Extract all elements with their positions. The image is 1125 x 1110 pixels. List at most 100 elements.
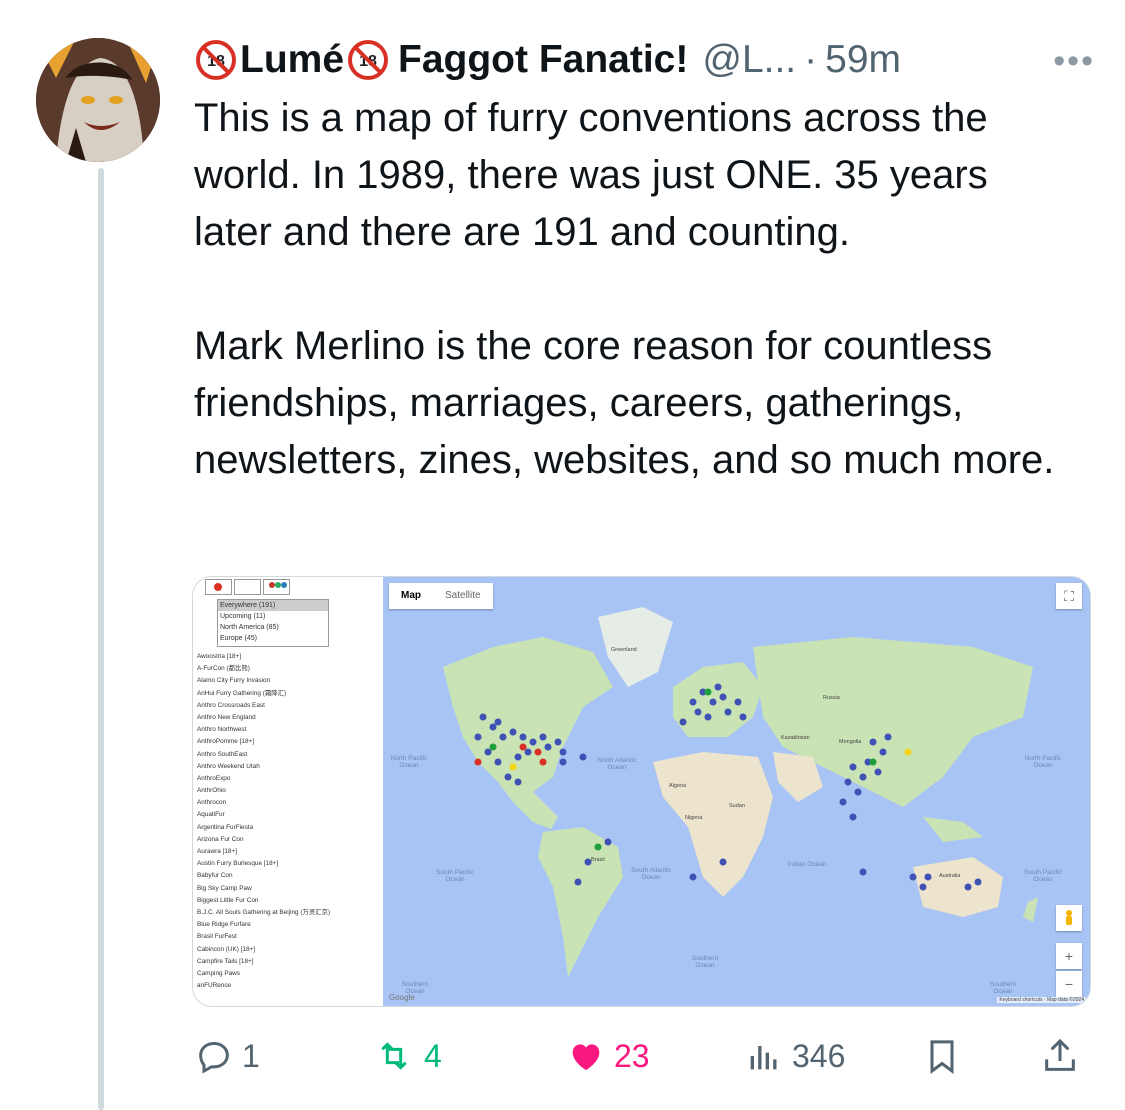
repost-button[interactable]: 4 <box>372 1036 442 1076</box>
repost-count: 4 <box>424 1037 442 1074</box>
ocean-label: Southern Ocean <box>691 955 719 969</box>
convention-list-item[interactable]: A-FurCon (都比熊) <box>197 663 383 675</box>
convention-list-item[interactable]: Anthro SouthEast <box>197 749 383 761</box>
convention-list-item[interactable]: Biggest Little Fur Con <box>197 895 383 907</box>
convention-list-item[interactable]: Anthro Northwest <box>197 724 383 736</box>
land-label: Australia <box>939 873 961 879</box>
convention-list-item[interactable]: Austin Furry Burlesque [18+] <box>197 858 383 870</box>
land-label: Nigeria <box>685 815 703 821</box>
reply-icon <box>199 1041 229 1074</box>
tab-satellite[interactable]: Satellite <box>433 583 493 609</box>
tweet-paragraph: Mark Merlino is the core reason for coun… <box>194 324 1055 482</box>
people-icon <box>263 579 290 595</box>
convention-list-item[interactable]: AnthroPomme [18+] <box>197 736 383 748</box>
tweet-paragraph: This is a map of furry conventions acros… <box>194 96 988 254</box>
convention-list-item[interactable]: B.J.C. All Souls Gathering at Beijing (万… <box>197 907 383 919</box>
ocean-label: South Atlantic Ocean <box>631 867 671 881</box>
ocean-label: South Pacific Ocean <box>1024 869 1062 883</box>
no-under-18-icon: 18 <box>348 40 389 80</box>
land-label: Kazakhstan <box>781 735 810 741</box>
ocean-label: North Pacific Ocean <box>390 755 428 769</box>
ocean-label: Indian Ocean <box>787 861 827 868</box>
convention-list-item[interactable]: Camping Paws <box>197 968 383 980</box>
filter-option[interactable]: Upcoming (11) <box>218 611 328 622</box>
filter-option[interactable]: North America (85) <box>218 622 328 633</box>
ocean-label: South Pacific Ocean <box>436 869 474 883</box>
street-view-icon[interactable] <box>1056 905 1082 931</box>
world-map[interactable]: Map Satellite ⛶ + − North Pacific Ocean … <box>383 577 1090 1006</box>
land-label: Brazil <box>591 857 605 863</box>
display-name-part1: Lumé <box>240 38 345 81</box>
like-count: 23 <box>614 1037 650 1074</box>
calendar-icon <box>234 579 261 595</box>
convention-list-item[interactable]: Cabincon (UK) [18+] <box>197 944 383 956</box>
convention-list-item[interactable]: Anthro New England <box>197 712 383 724</box>
land-label: Algeria <box>669 783 687 789</box>
convention-list-item[interactable]: AnthrOhio <box>197 785 383 797</box>
bookmark-icon <box>930 1040 954 1074</box>
convention-list-item[interactable]: Anthro Crossroads East <box>197 700 383 712</box>
map-data-attribution[interactable]: Keyboard shortcuts · Map data ©2024 <box>997 997 1086 1003</box>
tweet-text: This is a map of furry conventions acros… <box>194 90 1074 489</box>
view-count: 346 <box>792 1037 846 1074</box>
share-button[interactable] <box>1040 1036 1088 1076</box>
convention-list-item[interactable]: AquatiFur <box>197 809 383 821</box>
land-label: Russia <box>823 695 840 701</box>
filter-option[interactable]: Everywhere (191) <box>218 600 328 611</box>
handle[interactable]: @L... <box>702 38 796 82</box>
convention-list-item[interactable]: Brasil FurFest <box>197 931 383 943</box>
convention-list-item[interactable]: Babyfur Con <box>197 870 383 882</box>
thread-line <box>98 168 104 1110</box>
land-label: Mongolia <box>839 739 862 745</box>
display-name[interactable]: 18 Lumé 18 Faggot Fanatic! <box>196 38 688 82</box>
avatar-image <box>36 38 160 162</box>
views-button[interactable]: 346 <box>744 1036 845 1076</box>
convention-list-item[interactable]: Blue Ridge Furfare <box>197 919 383 931</box>
ocean-label: North Atlantic Ocean <box>597 757 637 771</box>
map-type-tabs: Map Satellite <box>389 583 493 609</box>
convention-list-item[interactable]: Arizona Fur Con <box>197 834 383 846</box>
sidebar-toolbar <box>205 579 309 595</box>
land-label: Greenland <box>611 647 637 653</box>
reply-count: 1 <box>242 1037 260 1074</box>
action-bar: 1 4 23 346 <box>0 1036 1125 1080</box>
display-name-part2: Faggot Fanatic! <box>398 38 689 81</box>
convention-list-item[interactable]: Aurawra [18+] <box>197 846 383 858</box>
heart-icon <box>572 1044 600 1071</box>
media-image[interactable]: Everywhere (191) Upcoming (11) North Ame… <box>192 576 1091 1007</box>
tab-map[interactable]: Map <box>389 583 433 609</box>
fullscreen-icon[interactable]: ⛶ <box>1056 583 1082 609</box>
zoom-out-button[interactable]: − <box>1056 971 1082 997</box>
separator: · <box>804 38 818 81</box>
convention-list-item[interactable]: Anthrocon <box>197 797 383 809</box>
convention-list-item[interactable]: Awoostria [18+] <box>197 651 383 663</box>
convention-list: Awoostria [18+] A-FurCon (都比熊) Alamo City … <box>197 651 383 992</box>
ocean-label: North Pacific Ocean <box>1024 755 1062 769</box>
tweet-header: 18 Lumé 18 Faggot Fanatic! @L... · 59m •… <box>196 34 1095 86</box>
timestamp[interactable]: 59m <box>825 38 901 82</box>
views-icon <box>750 1046 777 1070</box>
bookmark-button[interactable] <box>922 1036 970 1076</box>
convention-list-item[interactable]: Campfire Tails [18+] <box>197 956 383 968</box>
convention-list-item[interactable]: anFURence <box>197 980 383 992</box>
share-icon <box>1045 1038 1075 1071</box>
zoom-in-button[interactable]: + <box>1056 943 1082 969</box>
convention-list-item[interactable]: AnHui Furry Gathering (霜降汇) <box>197 688 383 700</box>
google-attribution: Google <box>389 993 415 1002</box>
region-filter-select[interactable]: Everywhere (191) Upcoming (11) North Ame… <box>217 599 329 647</box>
ocean-label: Southern Ocean <box>989 981 1017 995</box>
no-under-18-icon: 18 <box>196 40 236 80</box>
avatar[interactable] <box>36 38 160 162</box>
convention-list-item[interactable]: Anthro Weekend Utah <box>197 761 383 773</box>
land-label: Sudan <box>729 803 745 809</box>
convention-list-item[interactable]: Big Sky Camp Paw <box>197 883 383 895</box>
record-icon <box>205 579 232 595</box>
reply-button[interactable]: 1 <box>194 1036 260 1076</box>
more-options-icon[interactable]: ••• <box>1053 42 1095 81</box>
like-button[interactable]: 23 <box>566 1036 650 1076</box>
convention-list-item[interactable]: Argentina FurFiesta <box>197 822 383 834</box>
convention-list-item[interactable]: AnthroExpo <box>197 773 383 785</box>
map-canvas <box>383 577 1090 1006</box>
filter-option[interactable]: Europe (45) <box>218 633 328 644</box>
convention-list-item[interactable]: Alamo City Furry Invasion <box>197 675 383 687</box>
